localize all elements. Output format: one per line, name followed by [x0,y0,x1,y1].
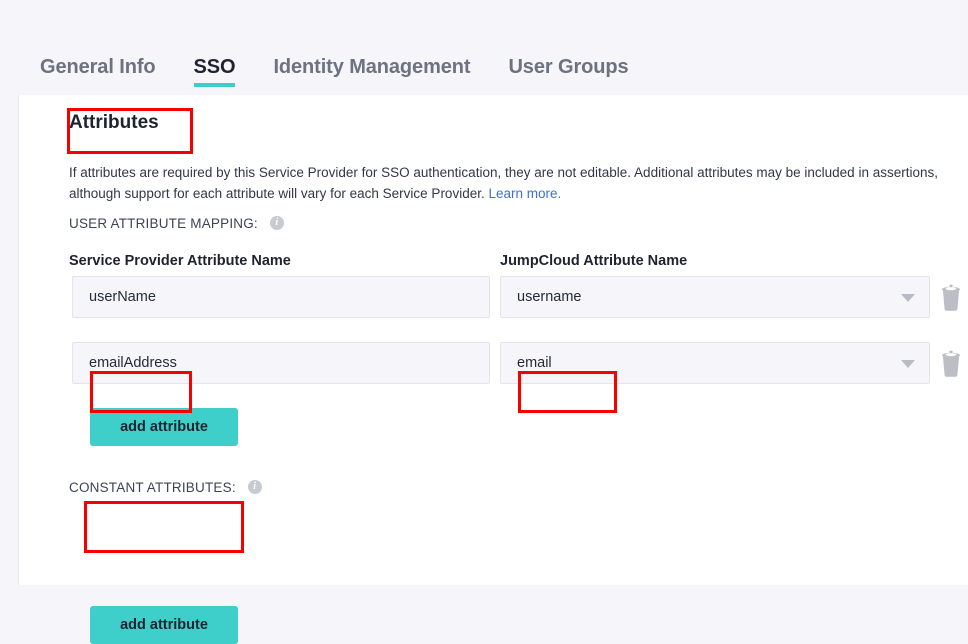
attributes-description: If attributes are required by this Servi… [69,162,968,204]
tab-label: User Groups [508,56,629,78]
jc-attribute-value: username [517,289,582,305]
tab-bar: General Info SSO Identity Management Use… [0,0,968,95]
active-tab-underline [193,83,236,87]
attribute-row: userName username [19,276,968,318]
chevron-down-icon[interactable] [901,294,915,302]
trash-icon[interactable] [940,283,962,311]
jc-attribute-value: email [517,355,552,371]
tab-label: General Info [40,56,156,78]
tab-user-groups[interactable]: User Groups [508,56,628,95]
tab-identity-management[interactable]: Identity Management [273,56,470,95]
user-attribute-mapping-text: USER ATTRIBUTE MAPPING: [69,216,258,231]
trash-icon[interactable] [940,349,962,377]
add-attribute-button-user[interactable]: add attribute [90,408,238,446]
attributes-panel: Attributes If attributes are required by… [18,95,968,644]
info-icon[interactable]: i [269,216,284,231]
sp-attribute-input[interactable]: userName [72,276,490,318]
jc-attribute-select[interactable]: email [500,342,930,384]
info-icon[interactable]: i [247,480,262,495]
page-title: Attributes [69,112,159,133]
attribute-row: emailAddress email [19,342,968,384]
annotation-box-add-attribute [84,501,244,553]
jc-attribute-select[interactable]: username [500,276,930,318]
add-attribute-button-constant[interactable]: add attribute [90,606,238,644]
constant-attributes-label: CONSTANT ATTRIBUTES: i [69,480,262,495]
constant-attributes-text: CONSTANT ATTRIBUTES: [69,480,236,495]
column-header-service-provider: Service Provider Attribute Name [69,253,291,269]
tab-label: SSO [193,56,236,78]
chevron-down-icon[interactable] [901,360,915,368]
tab-label: Identity Management [273,56,471,78]
learn-more-link[interactable]: Learn more. [488,186,561,201]
tab-sso[interactable]: SSO [193,56,236,95]
sp-attribute-input[interactable]: emailAddress [72,342,490,384]
user-attribute-mapping-label: USER ATTRIBUTE MAPPING: i [69,216,284,231]
tab-general-info[interactable]: General Info [40,56,156,95]
column-header-jumpcloud: JumpCloud Attribute Name [500,253,688,269]
